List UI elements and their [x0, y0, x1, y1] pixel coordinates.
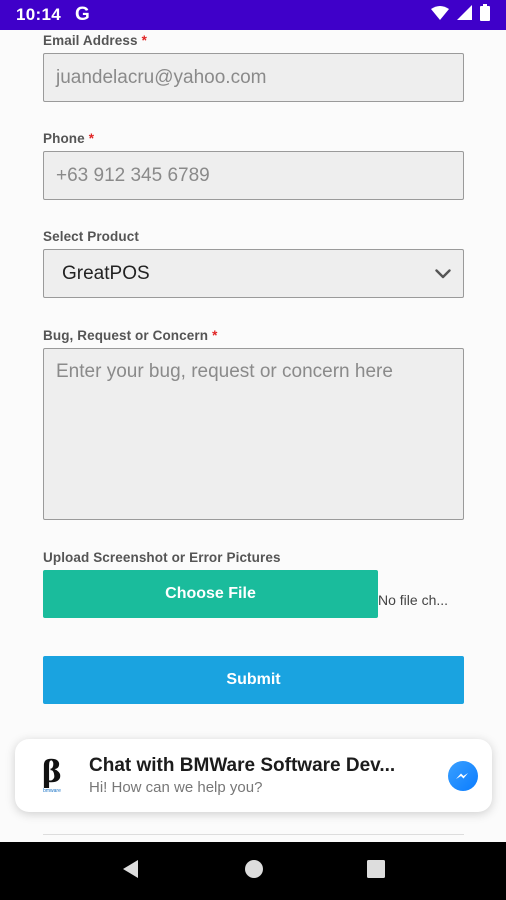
phone-label-text: Phone: [43, 131, 85, 146]
status-icons: [431, 4, 490, 26]
signal-icon: [457, 5, 472, 25]
submit-button[interactable]: Submit: [43, 656, 464, 704]
concern-label: Bug, Request or Concern *: [43, 328, 217, 343]
concern-textarea[interactable]: Enter your bug, request or concern here: [43, 348, 464, 520]
submit-label: Submit: [226, 671, 281, 688]
choose-file-button[interactable]: Choose File: [43, 570, 378, 618]
email-label: Email Address *: [43, 33, 147, 48]
home-icon[interactable]: [244, 859, 264, 884]
bmware-logo: β bmware: [35, 754, 69, 798]
logo-mark: β: [42, 754, 62, 790]
upload-label: Upload Screenshot or Error Pictures: [43, 550, 281, 565]
email-placeholder: juandelacru@yahoo.com: [56, 66, 267, 88]
logo-text: bmware: [43, 787, 61, 794]
messenger-icon[interactable]: [448, 760, 478, 791]
email-label-text: Email Address: [43, 33, 138, 48]
wifi-icon: [431, 5, 449, 25]
required-mark: *: [88, 131, 95, 146]
phone-label: Phone *: [43, 131, 94, 146]
google-icon: G: [74, 4, 90, 25]
concern-placeholder: Enter your bug, request or concern here: [56, 361, 393, 382]
product-label-text: Select Product: [43, 229, 139, 244]
chevron-down-icon: [435, 268, 451, 279]
phone-field[interactable]: +63 912 345 6789: [43, 151, 464, 200]
chat-text: Chat with BMWare Software Dev... Hi! How…: [89, 755, 438, 796]
status-bar: 10:14 G: [0, 0, 506, 30]
required-mark: *: [141, 33, 147, 48]
chat-widget[interactable]: β bmware Chat with BMWare Software Dev..…: [15, 739, 492, 812]
support-form: Email Address * juandelacru@yahoo.com Pho…: [0, 30, 506, 842]
upload-label-text: Upload Screenshot or Error Pictures: [43, 550, 281, 565]
navigation-bar: [0, 842, 506, 900]
phone-placeholder: +63 912 345 6789: [56, 164, 210, 186]
required-mark: *: [212, 328, 218, 343]
back-icon[interactable]: [121, 859, 141, 884]
email-field[interactable]: juandelacru@yahoo.com: [43, 53, 464, 102]
product-select[interactable]: GreatPOS: [43, 249, 464, 298]
battery-icon: [480, 4, 490, 26]
concern-label-text: Bug, Request or Concern: [43, 328, 209, 343]
status-time: 10:14: [16, 5, 61, 24]
product-selected-value: GreatPOS: [62, 262, 150, 284]
recents-icon[interactable]: [366, 859, 385, 883]
chat-title: Chat with BMWare Software Dev...: [89, 755, 396, 776]
chat-subtitle: Hi! How can we help you?: [89, 779, 263, 796]
choose-file-label: Choose File: [165, 585, 256, 602]
divider: [43, 834, 464, 835]
file-status: No file ch...: [378, 592, 449, 608]
product-label: Select Product: [43, 229, 139, 244]
